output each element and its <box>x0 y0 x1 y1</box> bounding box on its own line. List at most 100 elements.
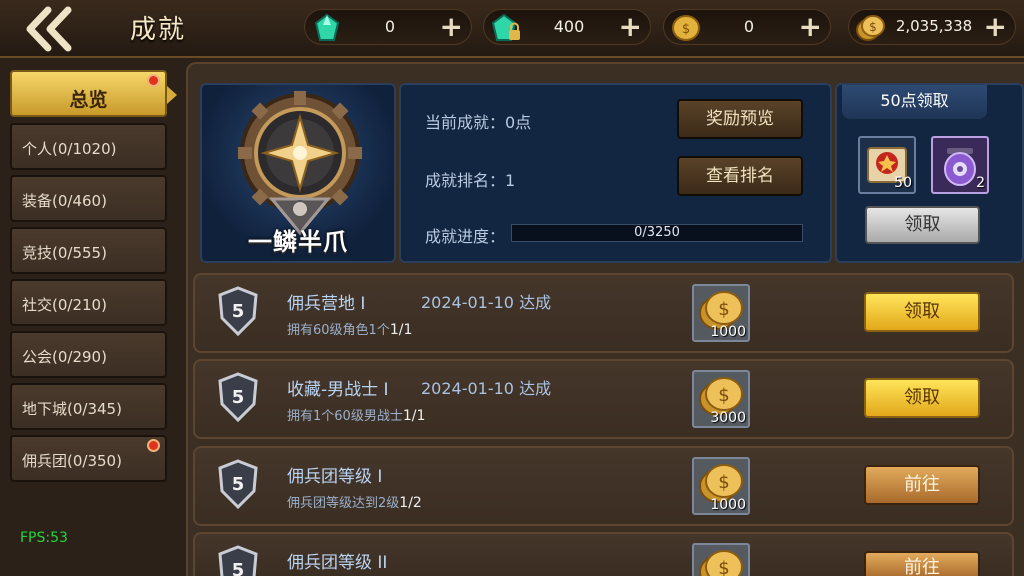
sidebar-item-label: 装备(0/460) <box>22 192 107 210</box>
achievement-name: 佣兵营地 I <box>287 294 366 314</box>
fps-counter: FPS:53 <box>20 530 68 546</box>
add-resource-button[interactable]: + <box>799 11 822 43</box>
reward-coin-slot[interactable]: $ <box>692 543 750 576</box>
double-chevron-left-icon <box>26 6 72 52</box>
sidebar-item-label: 社交(0/210) <box>22 296 107 314</box>
achievement-progress-bar: 0/3250 <box>511 224 803 242</box>
svg-text:$: $ <box>718 558 729 576</box>
achievement-description: 佣兵团等级达到2级1/2 <box>287 492 422 511</box>
shield-level-icon: 5 <box>218 459 258 509</box>
shield-level-icon: 5 <box>218 372 258 422</box>
description-text: 拥有60级角色1个 <box>287 323 390 338</box>
achievement-row: 5 佣兵营地 I 2024-01-10 达成 拥有60级角色1个1/1 $ 10… <box>193 273 1014 353</box>
sidebar-item-label: 竞技(0/555) <box>22 244 107 262</box>
reward-coin-slot[interactable]: $ 1000 <box>692 457 750 515</box>
reward-count: 50 <box>894 175 912 191</box>
svg-text:$: $ <box>718 472 729 493</box>
achievement-name: 佣兵团等级 II <box>287 553 388 573</box>
svg-text:$: $ <box>682 22 690 37</box>
view-rank-button[interactable]: 查看排名 <box>677 156 803 196</box>
gold-coin-stack-icon: $ <box>856 15 885 41</box>
green-gem-icon <box>314 13 340 41</box>
achievement-title: 一鳞半爪 <box>248 228 348 256</box>
badge-level: 5 <box>232 474 245 495</box>
notification-dot <box>147 439 160 452</box>
milestone-reward-panel: 50点领取 50 2 领取 <box>835 83 1024 263</box>
resource-value: 0 <box>384 17 396 36</box>
milestone-title: 50点领取 <box>842 85 987 119</box>
achievement-date: 2024-01-10 达成 <box>421 379 552 398</box>
sidebar-item-personal[interactable]: 个人(0/1020) <box>10 123 167 170</box>
resource-value: 400 <box>553 17 585 36</box>
notification-dot <box>147 74 160 87</box>
go-to-button[interactable]: 前往 <box>864 465 980 505</box>
coin-icon: $ <box>672 15 700 41</box>
sidebar-item-dungeon[interactable]: 地下城(0/345) <box>10 383 167 430</box>
category-sidebar: 总览 个人(0/1020) 装备(0/460) 竞技(0/555) 社交(0/2… <box>0 60 182 576</box>
locked-gem-icon <box>491 13 520 41</box>
achievement-row: 5 收藏-男战士 I 2024-01-10 达成 拥有1个60级男战士1/1 $… <box>193 359 1014 439</box>
shield-level-icon: 5 <box>218 545 258 576</box>
achievement-description: 拥有60级角色1个1/1 <box>287 319 412 338</box>
sidebar-item-social[interactable]: 社交(0/210) <box>10 279 167 326</box>
compass-medal-icon <box>238 91 362 236</box>
achievement-emblem-panel: 一鳞半爪 <box>200 83 396 263</box>
reward-coin-slot[interactable]: $ 1000 <box>692 284 750 342</box>
description-progress: 1/1 <box>389 322 413 338</box>
sidebar-item-arena[interactable]: 竞技(0/555) <box>10 227 167 274</box>
achievement-description: 拥有1个60级男战士1/1 <box>287 405 425 424</box>
resource-coin: $ 0 + <box>663 9 831 45</box>
badge-level: 5 <box>232 301 245 322</box>
resource-locked-gem: 400 + <box>483 9 651 45</box>
reward-preview-button[interactable]: 奖励预览 <box>677 99 803 139</box>
claim-reward-button[interactable]: 领取 <box>864 292 980 332</box>
add-resource-button[interactable]: + <box>984 11 1007 43</box>
reward-amount: 3000 <box>710 410 746 426</box>
page-title: 成就 <box>130 15 187 45</box>
achievement-row: 5 佣兵团等级 I 佣兵团等级达到2级1/2 $ 1000 前往 <box>193 446 1014 526</box>
achievement-name: 佣兵团等级 I <box>287 467 383 487</box>
sidebar-item-mercenary[interactable]: 佣兵团(0/350) <box>10 435 167 482</box>
badge-level: 5 <box>232 560 245 576</box>
sidebar-item-label: 佣兵团(0/350) <box>22 452 122 470</box>
svg-text:$: $ <box>869 20 877 34</box>
reward-count: 2 <box>976 175 985 191</box>
sidebar-item-guild[interactable]: 公会(0/290) <box>10 331 167 378</box>
reward-coin-slot[interactable]: $ 3000 <box>692 370 750 428</box>
achievement-date: 2024-01-10 达成 <box>421 293 552 312</box>
sidebar-item-label: 总览 <box>69 89 108 111</box>
badge-level: 5 <box>232 387 245 408</box>
resource-gold-coins: $ 2,035,338 + <box>848 9 1016 45</box>
progress-text: 0/3250 <box>634 225 680 240</box>
reward-item-scroll[interactable]: 50 <box>858 136 916 194</box>
description-progress: 1/2 <box>399 495 422 511</box>
sidebar-item-label: 地下城(0/345) <box>22 400 122 418</box>
description-text: 拥有1个60级男战士 <box>287 409 403 424</box>
claim-milestone-button[interactable]: 领取 <box>865 206 980 244</box>
achievement-summary-panel: 当前成就：0点 成就排名：1 成就进度： 奖励预览 查看排名 0/3250 <box>399 83 832 263</box>
resource-value: 0 <box>743 17 755 36</box>
resource-green-gem: 0 + <box>304 9 472 45</box>
go-to-button[interactable]: 前往 <box>864 551 980 576</box>
description-text: 佣兵团等级达到2级 <box>287 496 400 511</box>
back-button[interactable] <box>18 6 82 52</box>
achievement-row: 5 佣兵团等级 II $ 前往 <box>193 532 1014 576</box>
top-bar: 成就 0 + 400 + $ 0 + $ 2,035,338 + <box>0 0 1024 58</box>
reward-amount: 1000 <box>710 497 746 513</box>
sidebar-item-label: 公会(0/290) <box>22 348 107 366</box>
reward-amount: 1000 <box>710 324 746 340</box>
reward-item-orb[interactable]: 2 <box>931 136 989 194</box>
svg-text:$: $ <box>718 299 729 320</box>
sidebar-item-label: 个人(0/1020) <box>22 140 117 158</box>
add-resource-button[interactable]: + <box>440 11 463 43</box>
add-resource-button[interactable]: + <box>619 11 642 43</box>
progress-label: 成就进度： <box>425 227 506 246</box>
claim-reward-button[interactable]: 领取 <box>864 378 980 418</box>
svg-text:$: $ <box>718 385 729 406</box>
achievement-name: 收藏-男战士 I <box>287 380 389 400</box>
resource-value: 2,035,338 <box>895 17 973 35</box>
gold-coin-icon: $ <box>699 550 743 576</box>
sidebar-item-equipment[interactable]: 装备(0/460) <box>10 175 167 222</box>
sidebar-item-overview[interactable]: 总览 <box>10 70 177 117</box>
achievement-rank: 成就排名：1 <box>425 171 516 190</box>
